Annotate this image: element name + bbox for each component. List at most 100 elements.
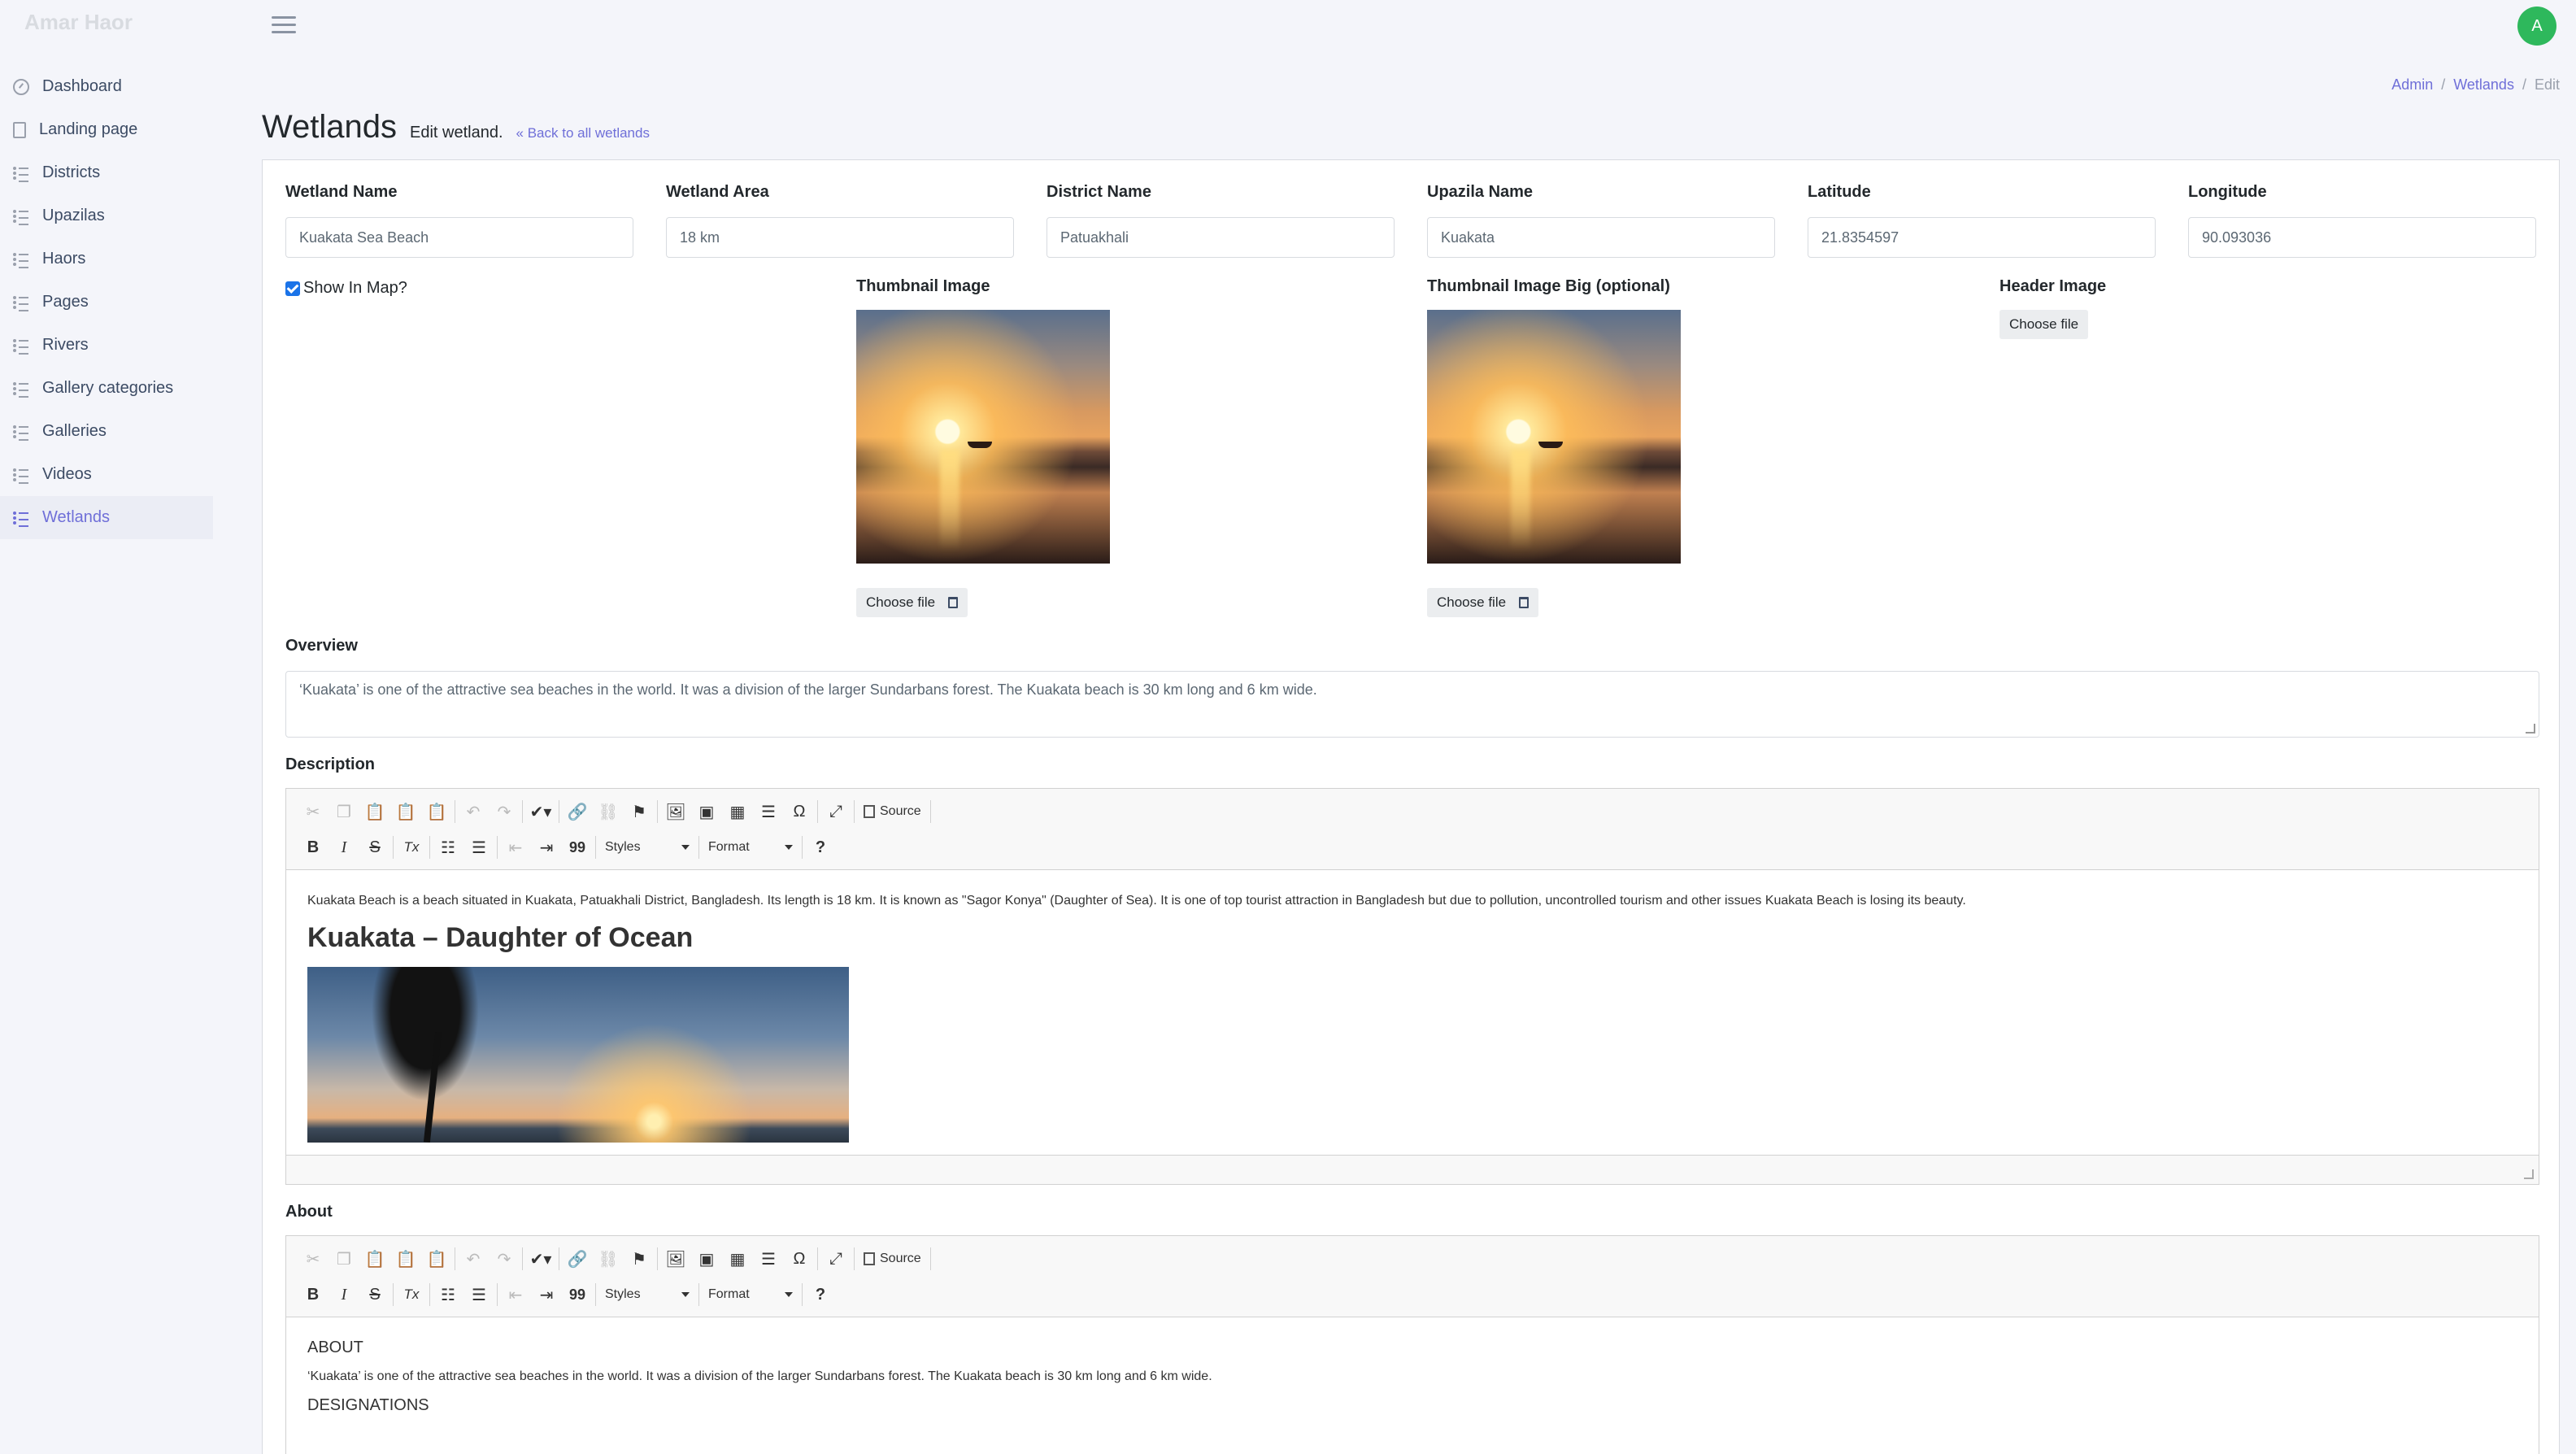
horizontal-line-icon[interactable]: ☰ [753, 1244, 784, 1273]
about-label: About [285, 1203, 333, 1221]
link-icon[interactable]: 🔗 [562, 797, 593, 826]
format-dropdown[interactable]: Format [702, 835, 799, 860]
show-in-map-checkbox[interactable]: Show In Map? [285, 279, 407, 298]
sidebar-item-districts[interactable]: Districts [0, 151, 213, 194]
styles-dropdown[interactable]: Styles [598, 835, 696, 860]
paste-word-icon[interactable]: 📋 [421, 797, 452, 826]
numbered-list-icon[interactable]: ☷ [433, 1280, 463, 1309]
media-icon[interactable]: ▣ [691, 797, 722, 826]
trash-icon[interactable] [948, 597, 959, 608]
anchor-flag-icon[interactable]: ⚑ [624, 797, 655, 826]
sidebar-item-haors[interactable]: Haors [0, 237, 213, 281]
breadcrumb-wetlands[interactable]: Wetlands [2453, 76, 2514, 93]
source-button[interactable]: Source [857, 797, 928, 826]
hamburger-menu-icon[interactable] [272, 16, 296, 36]
format-dropdown[interactable]: Format [702, 1282, 799, 1307]
unlink-icon[interactable]: ⛓ [593, 797, 624, 826]
overview-textarea[interactable]: ‘Kuakata’ is one of the attractive sea b… [285, 671, 2539, 738]
special-char-icon[interactable]: Ω [784, 1244, 815, 1273]
indent-icon[interactable]: ⇥ [531, 1280, 562, 1309]
header-image-choose-file-button[interactable]: Choose file [1999, 310, 2089, 339]
media-icon[interactable]: ▣ [691, 1244, 722, 1273]
blockquote-icon[interactable]: 99 [562, 1280, 593, 1309]
numbered-list-icon[interactable]: ☷ [433, 833, 463, 862]
remove-format-icon[interactable]: Tx [396, 833, 427, 862]
sidebar-item-upazilas[interactable]: Upazilas [0, 194, 213, 237]
outdent-icon[interactable]: ⇤ [500, 1280, 531, 1309]
indent-icon[interactable]: ⇥ [531, 833, 562, 862]
table-icon[interactable]: ▦ [722, 1244, 753, 1273]
anchor-flag-icon[interactable]: ⚑ [624, 1244, 655, 1273]
paste-icon[interactable]: 📋 [359, 797, 390, 826]
sidebar-item-wetlands[interactable]: Wetlands [0, 496, 213, 539]
paste-text-icon[interactable]: 📋 [390, 797, 421, 826]
redo-icon[interactable]: ↷ [489, 797, 520, 826]
wetland-area-label: Wetland Area [666, 183, 769, 201]
bold-icon[interactable]: B [298, 1280, 329, 1309]
blockquote-icon[interactable]: 99 [562, 833, 593, 862]
description-editor-content[interactable]: Kuakata Beach is a beach situated in Kua… [286, 870, 2539, 1155]
copy-icon[interactable]: ❐ [329, 1244, 359, 1273]
unlink-icon[interactable]: ⛓ [593, 1244, 624, 1273]
cut-icon[interactable]: ✂ [298, 1244, 329, 1273]
special-char-icon[interactable]: Ω [784, 797, 815, 826]
italic-icon[interactable]: I [329, 1280, 359, 1309]
redo-icon[interactable]: ↷ [489, 1244, 520, 1273]
spellcheck-icon[interactable]: ✔▾ [525, 797, 556, 826]
help-icon[interactable]: ? [805, 1280, 836, 1309]
trash-icon[interactable] [1519, 597, 1530, 608]
checkbox-checked-icon[interactable] [285, 281, 300, 296]
strikethrough-icon[interactable]: S [359, 1280, 390, 1309]
thumbnail-choose-file-button[interactable]: Choose file [856, 588, 968, 617]
thumbnail-big-choose-file-button[interactable]: Choose file [1427, 588, 1539, 617]
outdent-icon[interactable]: ⇤ [500, 833, 531, 862]
copy-icon[interactable]: ❐ [329, 797, 359, 826]
thumbnail-big-preview [1427, 310, 1681, 564]
paste-text-icon[interactable]: 📋 [390, 1244, 421, 1273]
sidebar-item-dashboard[interactable]: Dashboard [0, 65, 213, 108]
table-icon[interactable]: ▦ [722, 797, 753, 826]
brand-logo[interactable]: Amar Haor [24, 10, 133, 35]
sidebar-item-pages[interactable]: Pages [0, 281, 213, 324]
source-button[interactable]: Source [857, 1244, 928, 1273]
wetland-area-input[interactable]: 18 km [666, 217, 1014, 258]
help-icon[interactable]: ? [805, 833, 836, 862]
sidebar-item-gallery-categories[interactable]: Gallery categories [0, 367, 213, 410]
bold-icon[interactable]: B [298, 833, 329, 862]
italic-icon[interactable]: I [329, 833, 359, 862]
latitude-input[interactable]: 21.8354597 [1808, 217, 2156, 258]
spellcheck-icon[interactable]: ✔▾ [525, 1244, 556, 1273]
about-editor-content[interactable]: ABOUT ‘Kuakata’ is one of the attractive… [286, 1317, 2539, 1454]
wetland-name-input[interactable]: Kuakata Sea Beach [285, 217, 633, 258]
resize-handle-icon[interactable] [2526, 724, 2535, 734]
link-icon[interactable]: 🔗 [562, 1244, 593, 1273]
about-paragraph: ‘Kuakata’ is one of the attractive sea b… [307, 1369, 1212, 1383]
sidebar-item-galleries[interactable]: Galleries [0, 410, 213, 453]
undo-icon[interactable]: ↶ [458, 797, 489, 826]
undo-icon[interactable]: ↶ [458, 1244, 489, 1273]
paste-icon[interactable]: 📋 [359, 1244, 390, 1273]
styles-label: Styles [605, 840, 641, 854]
sidebar-item-videos[interactable]: Videos [0, 453, 213, 496]
cut-icon[interactable]: ✂ [298, 797, 329, 826]
maximize-icon[interactable]: ⤢ [820, 797, 851, 826]
paste-word-icon[interactable]: 📋 [421, 1244, 452, 1273]
user-avatar[interactable]: A [2517, 7, 2556, 46]
styles-dropdown[interactable]: Styles [598, 1282, 696, 1307]
maximize-icon[interactable]: ⤢ [820, 1244, 851, 1273]
remove-format-icon[interactable]: Tx [396, 1280, 427, 1309]
sidebar-item-landing-page[interactable]: Landing page [0, 108, 213, 151]
resize-grip-icon[interactable] [2524, 1169, 2534, 1179]
bulleted-list-icon[interactable]: ☰ [463, 1280, 494, 1309]
longitude-input[interactable]: 90.093036 [2188, 217, 2536, 258]
district-name-input[interactable]: Patuakhali [1046, 217, 1395, 258]
horizontal-line-icon[interactable]: ☰ [753, 797, 784, 826]
breadcrumb-admin[interactable]: Admin [2391, 76, 2433, 93]
upazila-name-input[interactable]: Kuakata [1427, 217, 1775, 258]
image-icon[interactable]: 🖼 [660, 797, 691, 826]
bulleted-list-icon[interactable]: ☰ [463, 833, 494, 862]
strikethrough-icon[interactable]: S [359, 833, 390, 862]
back-to-all-wetlands-link[interactable]: « Back to all wetlands [516, 125, 650, 141]
image-icon[interactable]: 🖼 [660, 1244, 691, 1273]
sidebar-item-rivers[interactable]: Rivers [0, 324, 213, 367]
